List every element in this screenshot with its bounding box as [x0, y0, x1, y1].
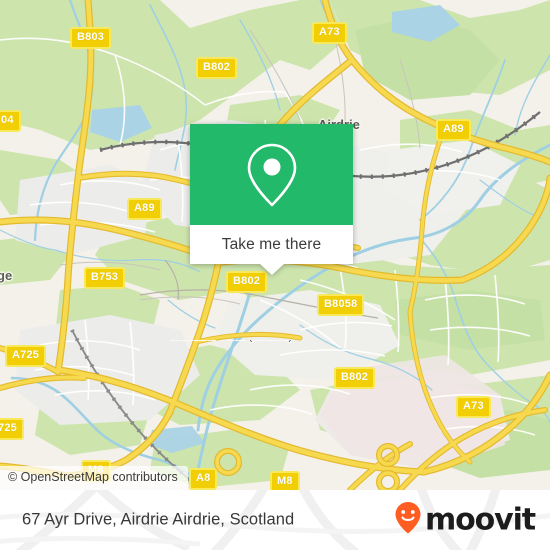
road-shield-b802-south[interactable]: B802	[334, 367, 376, 389]
road-shield-m8-east[interactable]: M8	[270, 471, 300, 490]
map-screenshot-root: Monkland Canal (disused) B803 A73 B802 A…	[0, 0, 550, 550]
moovit-logo[interactable]: moovit	[393, 501, 536, 540]
road-shield-725-edge[interactable]: 725	[0, 418, 24, 440]
callout-footer[interactable]: Take me there	[190, 225, 353, 275]
road-shield-b8058[interactable]: B8058	[317, 294, 365, 316]
place-label-truncated: ge	[0, 268, 13, 283]
road-shield-a89-west[interactable]: A89	[127, 198, 162, 220]
moovit-wordmark: moovit	[424, 502, 536, 537]
road-shield-a8[interactable]: A8	[189, 468, 218, 490]
road-shield-04-edge[interactable]: 04	[0, 110, 21, 132]
osm-attribution[interactable]: © OpenStreetMap contributors	[0, 466, 188, 490]
moovit-pin-smile-icon	[393, 501, 423, 540]
callout-pointer-tail	[259, 264, 284, 275]
address-text: 67 Ayr Drive, Airdrie Airdrie, Scotland	[22, 510, 295, 529]
road-shield-a725[interactable]: A725	[5, 345, 47, 367]
road-shield-b753[interactable]: B753	[84, 267, 126, 289]
take-me-there-button[interactable]: Take me there	[222, 237, 322, 253]
destination-callout-card[interactable]: Take me there	[190, 124, 353, 275]
road-shield-a73-north[interactable]: A73	[312, 22, 347, 44]
callout-header	[190, 124, 353, 225]
map-canvas[interactable]: Monkland Canal (disused) B803 A73 B802 A…	[0, 0, 550, 490]
road-shield-a73-south[interactable]: A73	[456, 396, 491, 418]
footer-bar: 67 Ayr Drive, Airdrie Airdrie, Scotland …	[0, 490, 550, 550]
road-shield-a89-east[interactable]: A89	[436, 119, 471, 141]
road-shield-b803[interactable]: B803	[70, 27, 112, 49]
map-pin-icon	[246, 142, 298, 208]
road-shield-b802-north[interactable]: B802	[196, 57, 238, 79]
